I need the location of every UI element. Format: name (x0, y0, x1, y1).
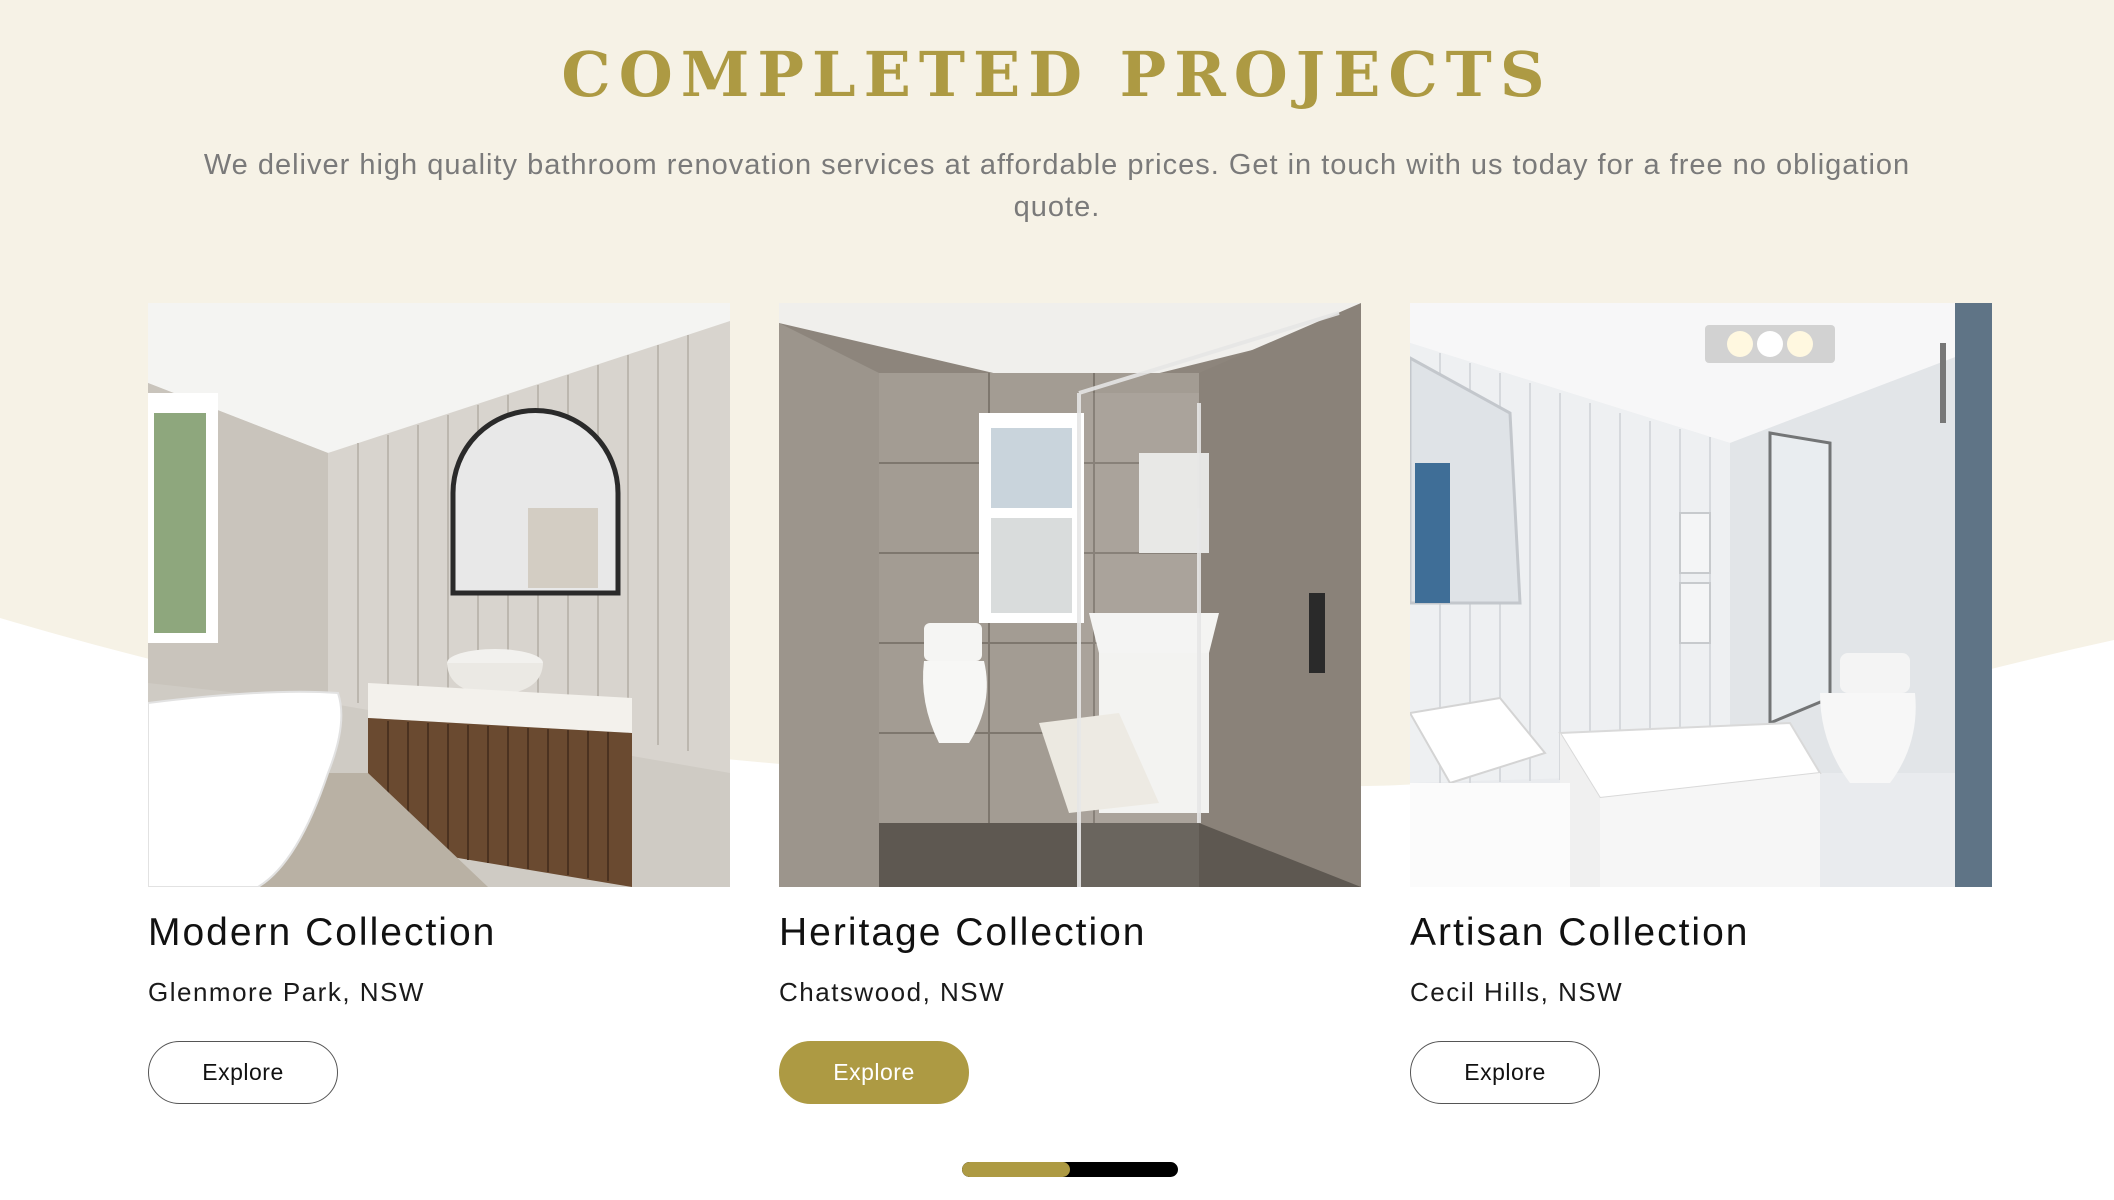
project-card-heritage: Heritage Collection Chatswood, NSW Explo… (779, 303, 1361, 1104)
project-card-artisan: Artisan Collection Cecil Hills, NSW Expl… (1410, 303, 1992, 1104)
bathroom-photo-freestanding-tub (148, 303, 730, 887)
project-title: Modern Collection (148, 911, 497, 954)
project-title: Artisan Collection (1410, 911, 1750, 954)
explore-button-artisan[interactable]: Explore (1410, 1041, 1600, 1104)
project-photo-modern[interactable] (148, 303, 730, 887)
explore-button-modern[interactable]: Explore (148, 1041, 338, 1104)
project-location: Chatswood, NSW (779, 977, 1006, 1007)
section-title: COMPLETED PROJECTS (561, 38, 1553, 111)
carousel-progress-fill (962, 1162, 1070, 1177)
section-subtitle: We deliver high quality bathroom renovat… (203, 149, 1911, 223)
carousel-progress-bar[interactable] (962, 1162, 1178, 1177)
project-photo-heritage[interactable] (779, 303, 1361, 887)
bathroom-photo-glass-shower (779, 303, 1361, 887)
explore-button-heritage[interactable]: Explore (779, 1041, 969, 1104)
project-photo-artisan[interactable] (1410, 303, 1992, 887)
project-card-modern: Modern Collection Glenmore Park, NSW Exp… (148, 303, 730, 1104)
bathroom-photo-white-tiles-bath (1410, 303, 1992, 887)
project-location: Glenmore Park, NSW (148, 977, 425, 1007)
project-location: Cecil Hills, NSW (1410, 977, 1624, 1007)
project-title: Heritage Collection (779, 911, 1147, 954)
completed-projects-section: COMPLETED PROJECTS We deliver high quali… (0, 0, 2114, 1200)
